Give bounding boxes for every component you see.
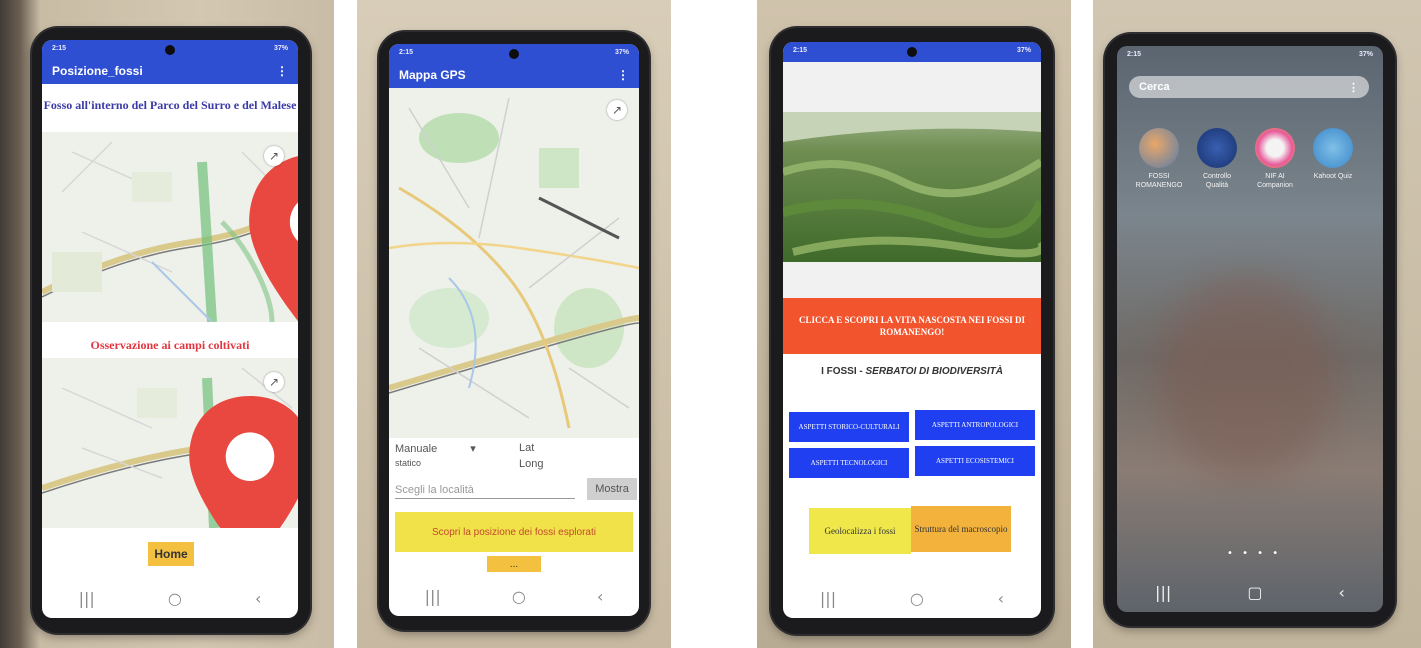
camera-hole [907,47,917,57]
status-battery: 37% [1016,47,1031,54]
map1-title: Fosso all'interno del Parco del Surro e … [43,98,297,112]
chevron-down-icon: ▾ [470,443,476,455]
screen-3: 2:15 37% CLICCA E SCOPRI LA VITA NASCOST… [783,42,1041,618]
status-bar: 2:15 37% [1117,46,1383,64]
home-nav-icon[interactable]: ○ [168,589,182,608]
app-title: Posizione_fossi [52,64,143,78]
header-spacer [783,62,1041,112]
historical-aspects-button[interactable]: ASPETTI STORICO-CULTURALI [789,412,909,442]
ecosystem-aspects-button[interactable]: ASPETTI ECOSISTEMICI [915,446,1035,476]
app-label: NIF AI Companion [1257,173,1293,189]
status-battery: 37% [614,49,629,56]
long-label: Long [519,458,544,470]
fossi-app-icon[interactable] [1139,128,1179,168]
map-1[interactable]: ↗ [42,132,298,322]
screen-4: 2:15 37% Cerca ⋮ FOSSI ROMANENGO Control… [1117,46,1383,612]
map-2[interactable]: ↗ [42,358,298,528]
recents-icon[interactable]: ||| [425,587,441,606]
search-label: Cerca [1139,81,1170,93]
overflow-menu-icon[interactable]: ⋮ [1348,81,1359,94]
companion-app-icon[interactable] [1255,128,1295,168]
location-pin-icon[interactable] [189,154,298,322]
quiz-app-icon[interactable] [1313,128,1353,168]
phone-1: 2:15 37% Posizione_fossi ⋮ Fosso all'int… [32,28,310,633]
location-pin-icon[interactable] [122,396,298,528]
app-title: Mappa GPS [399,68,466,82]
discover-banner[interactable]: CLICCA E SCOPRI LA VITA NASCOSTA NEI FOS… [783,298,1041,354]
mode-value: Manuale [395,443,438,455]
back-icon[interactable]: ‹ [255,589,261,608]
status-battery: 37% [1358,51,1373,58]
subtitle-italic: SERBATOI DI BIODIVERSITÀ [865,366,1003,377]
compass-icon[interactable]: ↗ [264,372,284,392]
system-nav-bar: ||| ○ ‹ [389,576,639,616]
status-battery: 37% [273,45,288,52]
macroscope-structure-button[interactable]: Struttura del macroscopio [911,506,1011,552]
home-nav-icon[interactable]: ▢ [1247,583,1262,602]
system-nav-bar: ||| ○ ‹ [42,578,298,618]
compass-icon[interactable]: ↗ [264,146,284,166]
photo-1: 2:15 37% Posizione_fossi ⋮ Fosso all'int… [0,0,334,648]
explore-banner[interactable]: Scopri la posizione dei fossi esplorati [395,512,633,552]
phone-2: 2:15 37% Mappa GPS ⋮ ↗ Manuale ▾ statico… [379,32,649,630]
home-nav-icon[interactable]: ○ [512,587,526,606]
app-label: FOSSI ROMANENGO [1135,173,1183,189]
phone-4: 2:15 37% Cerca ⋮ FOSSI ROMANENGO Control… [1105,34,1395,626]
system-nav-bar: ||| ▢ ‹ [1117,572,1383,612]
lat-label: Lat [519,442,535,454]
status-time: 2:15 [793,47,808,54]
system-nav-bar: ||| ○ ‹ [783,578,1041,618]
photo-2: 2:15 37% Mappa GPS ⋮ ↗ Manuale ▾ statico… [357,0,671,648]
subtitle-plain: I FOSSI - [821,366,866,377]
status-time: 2:15 [1127,51,1142,58]
bottom-button[interactable]: ... [487,556,541,572]
mode-sub: statico [395,458,422,468]
technological-aspects-button[interactable]: ASPETTI TECNOLOGICI [789,448,909,478]
app-search-bar[interactable]: Cerca ⋮ [1129,76,1369,98]
location-search-input[interactable]: Scegli la località [395,484,575,499]
geolocate-ditches-button[interactable]: Geolocalizza i fossi [809,508,911,554]
show-button[interactable]: Mostra [587,478,637,500]
ditch-photo [783,112,1041,262]
recents-icon[interactable]: ||| [820,589,836,608]
home-button[interactable]: Home [148,542,194,566]
photo-4: 2:15 37% Cerca ⋮ FOSSI ROMANENGO Control… [1093,0,1421,648]
screen-2: 2:15 37% Mappa GPS ⋮ ↗ Manuale ▾ statico… [389,44,639,616]
app-label: Controllo Qualità [1202,173,1231,189]
camera-hole [165,45,175,55]
compass-icon[interactable]: ↗ [607,100,627,120]
app-bar: Mappa GPS ⋮ [389,62,639,88]
photo-3: 2:15 37% CLICCA E SCOPRI LA VITA NASCOST… [757,0,1071,648]
quality-app-icon[interactable] [1197,128,1237,168]
phone-3: 2:15 37% CLICCA E SCOPRI LA VITA NASCOST… [771,28,1053,634]
overflow-menu-icon[interactable]: ⋮ [617,68,629,82]
back-icon[interactable]: ‹ [1339,583,1345,602]
screen-1: 2:15 37% Posizione_fossi ⋮ Fosso all'int… [42,40,298,618]
app-bar: Posizione_fossi ⋮ [42,58,298,84]
status-time: 2:15 [399,49,414,56]
page-subtitle: I FOSSI - SERBATOI DI BIODIVERSITÀ [783,366,1041,377]
back-icon[interactable]: ‹ [597,587,603,606]
app-label: Kahoot Quiz [1313,173,1353,180]
home-nav-icon[interactable]: ○ [910,589,924,608]
anthropological-aspects-button[interactable]: ASPETTI ANTROPOLOGICI [915,410,1035,440]
page-indicator: • • • • [1227,548,1282,559]
overflow-menu-icon[interactable]: ⋮ [276,64,288,78]
camera-hole [509,49,519,59]
back-icon[interactable]: ‹ [998,589,1004,608]
gps-map[interactable]: ↗ [389,88,639,438]
recents-icon[interactable]: ||| [1155,583,1171,602]
map2-title: Osservazione ai campi coltivati [90,338,250,352]
mode-select[interactable]: Manuale ▾ [395,442,476,455]
recents-icon[interactable]: ||| [79,589,95,608]
status-time: 2:15 [52,45,67,52]
